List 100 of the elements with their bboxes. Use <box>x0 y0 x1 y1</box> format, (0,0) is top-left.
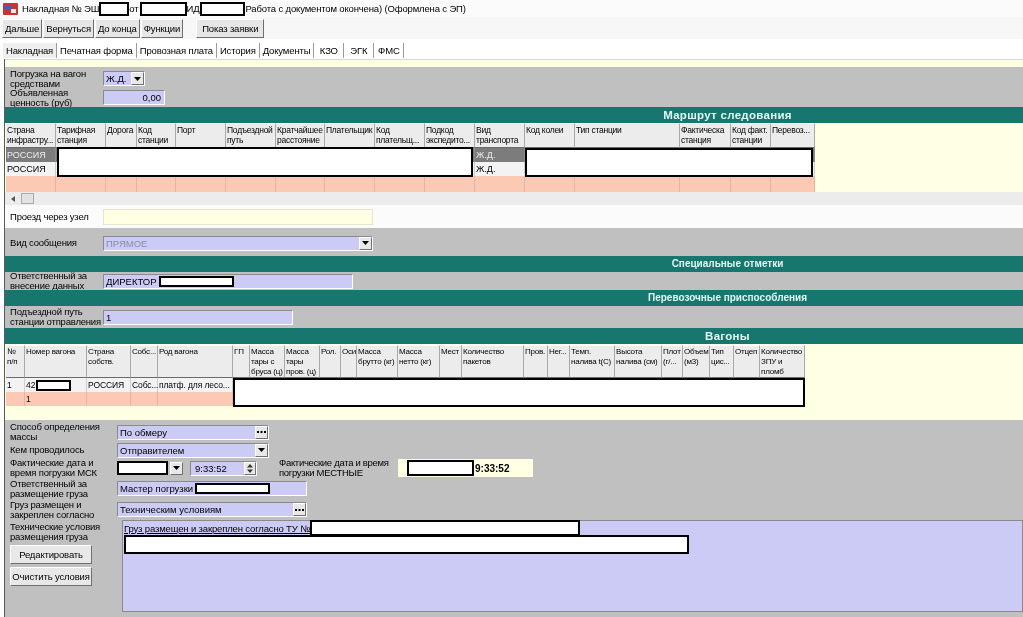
field-label: Груз размещен и закреплен согласно <box>10 499 96 520</box>
field-label: Ответственный за внесение данных <box>10 271 88 291</box>
table-cell: РОССИЯ <box>87 378 131 392</box>
column-header[interactable]: Оси <box>341 345 357 378</box>
dropdown-button[interactable] <box>131 72 144 85</box>
column-header[interactable]: Номер вагона <box>25 345 87 378</box>
spin-button[interactable] <box>244 461 256 475</box>
field-label: Проезд через узел <box>10 211 90 222</box>
input-field[interactable]: Техническим условиям <box>117 502 307 517</box>
window-title: Работа с документом окончена) (Оформлена с ЭП) <box>245 3 466 14</box>
column-header[interactable]: Количество пакетов <box>462 345 524 378</box>
column-header[interactable]: Дорога <box>106 123 137 148</box>
scroll-thumb[interactable] <box>21 193 34 204</box>
field-label: Способ определения массы <box>10 422 101 442</box>
column-header[interactable]: Объем (м3) <box>683 345 710 378</box>
input-field[interactable]: 1 <box>103 309 293 325</box>
tab[interactable]: Печатная форма <box>57 43 137 58</box>
time-field: 9:33:52 <box>398 459 533 477</box>
column-header[interactable]: Код станции <box>137 123 176 148</box>
column-header[interactable]: Рол. <box>320 345 341 378</box>
column-header[interactable]: Порт <box>176 123 226 148</box>
toolbar-button[interactable]: Показ заявки <box>196 19 265 38</box>
combo-box[interactable]: Отправителем <box>117 442 269 458</box>
input-field[interactable] <box>103 208 373 225</box>
column-header[interactable]: Подъездной путь <box>226 123 276 148</box>
table-cell: 42 <box>25 378 87 392</box>
table-cell: 1 <box>25 392 87 406</box>
input-field[interactable]: По обмеру <box>117 424 269 440</box>
column-header[interactable]: Пров. <box>524 345 548 378</box>
field-label: Технические условия размещения груза <box>10 522 102 542</box>
column-header[interactable]: Подкод экспедито... <box>425 123 475 148</box>
horizontal-scrollbar[interactable] <box>5 192 1023 205</box>
column-header[interactable]: Страна инфрастру... <box>6 123 56 148</box>
column-header[interactable]: ГП <box>233 345 250 378</box>
column-header[interactable]: Отцеп <box>734 345 760 378</box>
column-header[interactable]: Темп. налива t(C) <box>570 345 615 378</box>
tab[interactable]: Накладная <box>3 43 58 58</box>
toolbar-button[interactable]: Дальше <box>2 19 43 38</box>
column-header[interactable]: Мест <box>440 345 462 378</box>
column-header[interactable]: Масса брутто (кг) <box>357 345 398 378</box>
tab[interactable]: Провозная плата <box>136 43 217 58</box>
time-field[interactable]: 9:33:52 <box>190 460 257 476</box>
text-area[interactable]: Груз размещен и закреплен согласно ТУ № <box>122 520 1023 612</box>
toolbar-button[interactable]: Вернуться <box>43 19 94 38</box>
column-header[interactable]: Код факт. станции <box>731 123 771 148</box>
column-header[interactable]: № п/п <box>6 345 25 378</box>
column-header[interactable]: Плательщик <box>325 123 375 148</box>
caret-icon <box>258 448 265 452</box>
column-header[interactable]: Собс... <box>131 345 158 378</box>
combo-box[interactable]: Ж.Д. <box>103 71 145 86</box>
column-header[interactable]: Плот (г/... <box>662 345 683 378</box>
table-cell: Ж.Д. <box>475 148 525 162</box>
scroll-left-button[interactable] <box>9 193 17 204</box>
toolbar-button[interactable]: До конца <box>94 19 140 38</box>
table-cell: Ж.Д. <box>475 162 525 176</box>
column-header[interactable]: Масса нетто (кг) <box>398 345 440 378</box>
column-header[interactable]: Вид транспорта <box>475 123 525 148</box>
input-field[interactable]: Мастер погрузки <box>117 481 307 496</box>
field-label: Фактические дата и время погрузки МСК <box>10 458 98 478</box>
tab[interactable]: ЭГК <box>344 43 375 58</box>
form-button[interactable]: Редактировать <box>10 545 92 564</box>
column-header[interactable]: Страна собств. <box>87 345 131 378</box>
form-button[interactable]: Очистить условия <box>10 567 92 586</box>
table-cell: платф. для лесо... <box>158 378 233 392</box>
column-header[interactable]: Тарифная станция <box>56 123 106 148</box>
tab[interactable]: История <box>216 43 260 58</box>
tab[interactable]: КЗО <box>314 43 345 58</box>
tab[interactable]: ФМС <box>374 43 405 58</box>
table-cell: РОССИЯ <box>6 148 56 162</box>
field-label: Фактические дата и время погрузки МЕСТНЫЕ <box>279 458 390 478</box>
caret-icon <box>173 466 180 470</box>
tab[interactable]: Документы <box>259 43 315 58</box>
toolbar-button[interactable]: Функции <box>140 19 184 38</box>
window-title: Накладная № ЭШ <box>22 3 100 14</box>
column-header[interactable]: Масса тары с бруса (ц) <box>250 345 285 378</box>
table-cell: 1 <box>6 378 25 392</box>
column-header[interactable]: Высота налива (см) <box>615 345 662 378</box>
column-header[interactable]: Фактическа станция <box>680 123 731 148</box>
column-header[interactable]: Кратчайшее расстояние <box>276 123 325 148</box>
column-header[interactable]: Перевоз... <box>771 123 815 148</box>
field-label: Вид сообщения <box>10 238 78 248</box>
app-icon <box>3 2 18 15</box>
dropdown-button[interactable] <box>170 461 183 475</box>
column-header[interactable]: Род вагона <box>158 345 233 378</box>
column-header[interactable]: Код плательщ... <box>375 123 425 148</box>
window-title: от <box>129 3 139 14</box>
column-header[interactable]: Масса тары пров. (ц) <box>285 345 320 378</box>
window-title: ИД <box>186 3 200 14</box>
column-header[interactable]: Тип цис... <box>710 345 734 378</box>
column-header[interactable]: Количество ЗПУ и пломб <box>760 345 805 378</box>
browse-button[interactable] <box>255 425 268 439</box>
input-field[interactable]: ДИРЕКТОР <box>103 273 353 289</box>
browse-button[interactable] <box>293 503 306 516</box>
input-field[interactable]: 0,00 <box>103 90 165 105</box>
field-label: Кем проводилось <box>10 445 86 455</box>
column-header[interactable]: Нег... <box>548 345 570 378</box>
dropdown-button[interactable] <box>255 443 268 457</box>
caret-left-icon <box>11 195 15 202</box>
column-header[interactable]: Тип станции <box>575 123 680 148</box>
column-header[interactable]: Код колеи <box>525 123 575 148</box>
